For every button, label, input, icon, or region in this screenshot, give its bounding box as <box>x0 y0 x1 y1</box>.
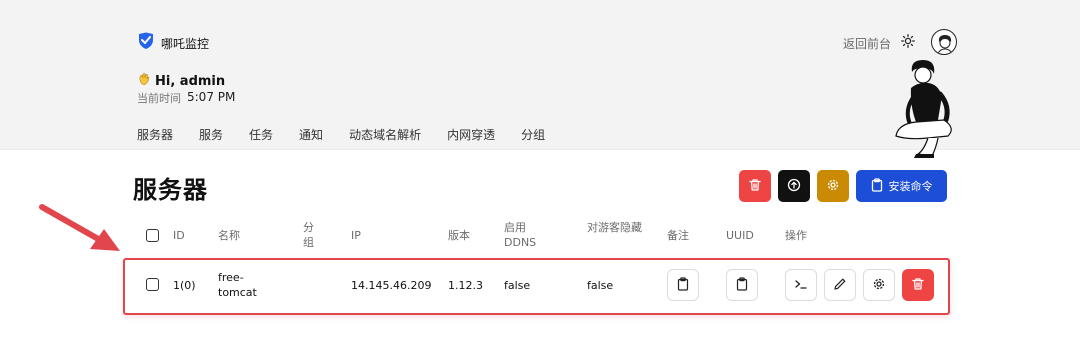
terminal-button[interactable] <box>785 269 817 301</box>
upload-icon <box>787 177 801 196</box>
brand[interactable]: 哪吒监控 <box>137 32 209 54</box>
col-ddns: 启用 DDNS <box>504 221 537 249</box>
nav-services[interactable]: 服务 <box>199 126 223 143</box>
row-ip: 14.145.46.209 <box>351 279 432 292</box>
pencil-icon <box>833 276 847 295</box>
col-name: 名称 <box>218 229 240 242</box>
settings-icon <box>872 276 886 295</box>
col-uuid: UUID <box>726 229 754 242</box>
avatar[interactable] <box>931 29 957 55</box>
install-command-button[interactable]: 安装命令 <box>856 170 947 202</box>
install-command-label: 安装命令 <box>888 180 933 193</box>
time-label: 当前时间 <box>137 92 181 105</box>
col-group: 分组 <box>303 221 314 249</box>
row-ddns: false <box>504 279 531 292</box>
copy-note-button[interactable] <box>667 269 699 301</box>
sun-icon <box>901 33 915 52</box>
row-version: 1.12.3 <box>448 279 483 292</box>
edit-button[interactable] <box>824 269 856 301</box>
nav-notifications[interactable]: 通知 <box>299 126 323 143</box>
clipboard-icon <box>736 276 748 295</box>
trash-icon <box>911 276 925 295</box>
row-id: 1(0) <box>173 279 196 292</box>
waving-hand-icon <box>137 72 151 90</box>
row-delete-button[interactable] <box>902 269 934 301</box>
trash-icon <box>748 177 762 196</box>
theme-toggle-button[interactable] <box>899 33 917 51</box>
bulk-settings-button[interactable] <box>817 170 849 202</box>
header: 哪吒监控 返回前台 Hi, admin 当前时间 5:07 PM 服务器 服务 … <box>0 0 1080 158</box>
select-all-checkbox[interactable] <box>146 229 159 242</box>
col-hidden: 对游客隐藏 <box>587 221 642 234</box>
sitting-person-illustration <box>895 60 952 158</box>
row-hidden: false <box>587 279 614 292</box>
time-value: 5:07 PM <box>187 90 236 104</box>
row-checkbox[interactable] <box>146 278 159 291</box>
col-note: 备注 <box>667 229 689 242</box>
greeting: Hi, admin <box>137 72 225 90</box>
clipboard-icon <box>677 276 689 295</box>
nav-nat[interactable]: 内网穿透 <box>447 126 495 143</box>
col-id: ID <box>173 229 185 242</box>
nav-tasks[interactable]: 任务 <box>249 126 273 143</box>
col-version: 版本 <box>448 229 470 242</box>
nav-groups[interactable]: 分组 <box>521 126 545 143</box>
col-ip: IP <box>351 229 361 242</box>
col-actions: 操作 <box>785 229 807 242</box>
nav-ddns[interactable]: 动态域名解析 <box>349 126 421 143</box>
row-settings-button[interactable] <box>863 269 895 301</box>
greeting-text: Hi, admin <box>155 73 226 89</box>
row-name: free-tomcat <box>218 271 257 299</box>
copy-uuid-button[interactable] <box>726 269 758 301</box>
shield-logo-icon <box>137 32 155 54</box>
back-to-frontend-link[interactable]: 返回前台 <box>843 35 891 52</box>
bulk-upgrade-button[interactable] <box>778 170 810 202</box>
terminal-icon <box>794 276 808 295</box>
arrow-annotation <box>39 204 120 251</box>
main-nav: 服务器 服务 任务 通知 动态域名解析 内网穿透 分组 <box>137 126 571 143</box>
clipboard-icon <box>871 177 883 195</box>
settings-icon <box>826 177 840 196</box>
current-time: 当前时间 5:07 PM <box>137 90 235 106</box>
nav-servers[interactable]: 服务器 <box>137 126 173 143</box>
bulk-delete-button[interactable] <box>739 170 771 202</box>
page-title: 服务器 <box>133 176 208 204</box>
brand-name: 哪吒监控 <box>161 36 210 51</box>
